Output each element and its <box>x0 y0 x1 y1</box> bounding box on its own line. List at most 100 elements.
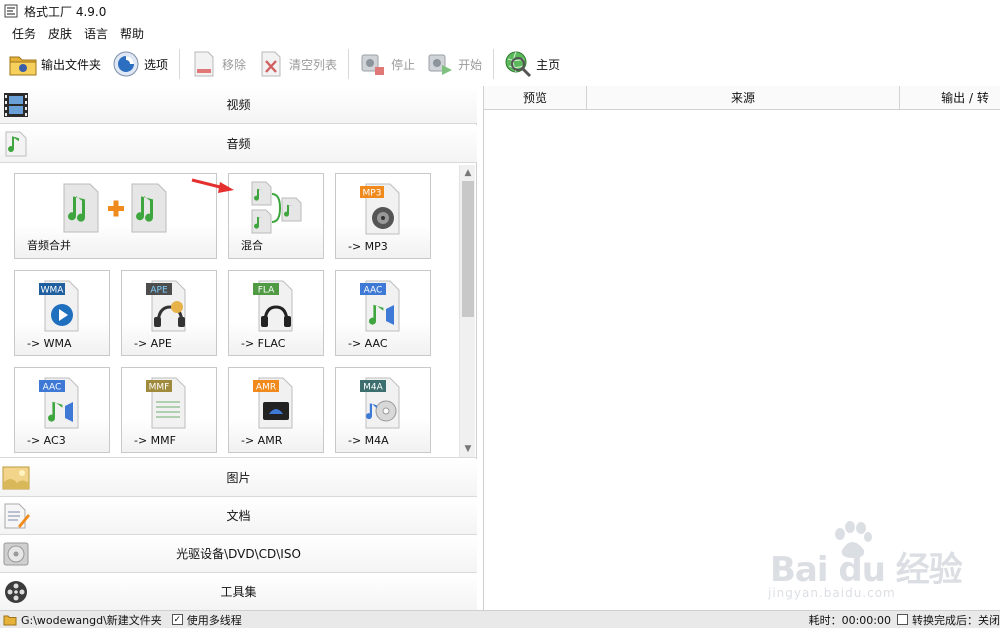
after-done-checkbox[interactable] <box>897 614 908 625</box>
clear-list-label: 清空列表 <box>289 57 338 72</box>
amr-label: -> AMR <box>241 434 283 447</box>
category-rom-device[interactable]: 光驱设备\DVD\CD\ISO <box>0 535 477 573</box>
m4a-tile[interactable]: M4A -> M4A <box>335 367 431 453</box>
mp3-icon: MP3 <box>336 180 430 236</box>
stop-label: 停止 <box>391 57 416 72</box>
multithread-checkbox[interactable]: ✓ <box>171 614 183 625</box>
output-path[interactable]: G:\wodewangd\新建文件夹 <box>0 612 162 628</box>
flac-icon: FLA <box>229 277 323 333</box>
svg-text:WMA: WMA <box>41 286 65 296</box>
menu-task[interactable]: 任务 <box>6 25 42 42</box>
toolbar-separator <box>348 49 350 79</box>
category-video-label: 视频 <box>226 98 251 112</box>
home-label: 主页 <box>536 57 561 72</box>
remove-label: 移除 <box>222 57 247 72</box>
svg-text:AMR: AMR <box>256 383 276 393</box>
audio-mix-icon <box>229 180 323 236</box>
scroll-down-arrow[interactable]: ▼ <box>460 441 476 457</box>
multithread-label: 使用多线程 <box>186 613 242 627</box>
category-tools[interactable]: 工具集 <box>0 573 477 611</box>
audio-mix-label: 混合 <box>241 239 263 252</box>
m4a-label: -> M4A <box>348 434 389 447</box>
ape-icon: APE <box>122 277 216 333</box>
clear-list-button[interactable]: 清空列表 <box>252 46 341 82</box>
start-icon <box>425 49 455 79</box>
remove-icon <box>189 49 219 79</box>
start-label: 开始 <box>458 57 483 72</box>
category-rom-device-label: 光驱设备\DVD\CD\ISO <box>176 547 301 561</box>
ac3-icon: AAC <box>15 374 109 430</box>
mp3-label: -> MP3 <box>348 240 388 253</box>
category-video[interactable]: 视频 <box>0 86 477 124</box>
options-button[interactable]: 选项 <box>107 46 172 82</box>
stop-button[interactable]: 停止 <box>354 46 419 82</box>
menu-help[interactable]: 帮助 <box>114 25 150 42</box>
elapsed-time: 耗时：00:00:00 <box>808 613 891 627</box>
column-output[interactable]: 输出 / 转 <box>900 86 1000 110</box>
annotation-arrow <box>191 178 234 193</box>
audio-merge-tile[interactable]: 音频合并 <box>14 173 217 259</box>
mmf-tile[interactable]: MMF -> MMF <box>121 367 217 453</box>
category-tools-label: 工具集 <box>220 585 257 599</box>
column-source[interactable]: 来源 <box>587 86 900 110</box>
folder-icon <box>8 49 38 79</box>
format-factory-window: 格式工厂 4.9.0 任务 皮肤 语言 帮助 输出文件夹 选项 移除 清空列表 … <box>0 0 1000 628</box>
task-list-header: 预览 来源 输出 / 转 <box>484 86 1000 110</box>
output-folder-button[interactable]: 输出文件夹 <box>4 46 105 82</box>
category-document-label: 文档 <box>226 509 251 523</box>
clear-list-icon <box>256 49 286 79</box>
category-picture-label: 图片 <box>226 471 251 485</box>
output-path-text: G:\wodewangd\新建文件夹 <box>21 613 162 627</box>
mp3-tile[interactable]: MP3 -> MP3 <box>335 173 431 259</box>
category-panel: 视频 音频 音频合并 混合 MP3 -> MP3 WMA -> WMA APE … <box>0 86 477 611</box>
audio-panel-scrollbar[interactable]: ▲ ▼ <box>459 165 475 457</box>
category-picture[interactable]: 图片 <box>0 459 477 497</box>
options-gear-icon <box>111 49 141 79</box>
window-title: 格式工厂 4.9.0 <box>24 4 107 19</box>
start-button[interactable]: 开始 <box>421 46 486 82</box>
menu-language[interactable]: 语言 <box>78 25 114 42</box>
flac-tile[interactable]: FLA -> FLAC <box>228 270 324 356</box>
svg-text:AAC: AAC <box>364 286 383 296</box>
after-done-label: 转换完成后：关闭 <box>912 613 1000 627</box>
mmf-label: -> MMF <box>134 434 176 447</box>
svg-text:AAC: AAC <box>43 383 62 393</box>
ape-label: -> APE <box>134 337 172 350</box>
svg-text:MMF: MMF <box>149 383 170 393</box>
ac3-tile[interactable]: AAC -> AC3 <box>14 367 110 453</box>
column-preview[interactable]: 预览 <box>484 86 587 110</box>
m4a-icon: M4A <box>336 374 430 430</box>
audio-mix-tile[interactable]: 混合 <box>228 173 324 259</box>
options-label: 选项 <box>144 57 169 72</box>
folder-icon <box>3 615 17 625</box>
wma-label: -> WMA <box>27 337 72 350</box>
status-bar: G:\wodewangd\新建文件夹 ✓ 使用多线程 耗时：00:00:00 转… <box>0 610 1000 628</box>
menu-skin[interactable]: 皮肤 <box>42 25 78 42</box>
output-folder-label: 输出文件夹 <box>41 57 102 72</box>
scroll-up-arrow[interactable]: ▲ <box>460 165 476 181</box>
remove-button[interactable]: 移除 <box>185 46 250 82</box>
category-document[interactable]: 文档 <box>0 497 477 535</box>
toolbar-separator <box>179 49 181 79</box>
app-icon <box>4 4 18 18</box>
title-bar: 格式工厂 4.9.0 <box>0 0 1000 22</box>
menu-bar: 任务 皮肤 语言 帮助 <box>0 22 150 44</box>
home-button[interactable]: 主页 <box>499 46 564 82</box>
task-list-panel: 预览 来源 输出 / 转 <box>483 86 1000 610</box>
flac-label: -> FLAC <box>241 337 286 350</box>
audio-merge-icon <box>15 180 216 236</box>
ac3-label: -> AC3 <box>27 434 66 447</box>
amr-tile[interactable]: AMR -> AMR <box>228 367 324 453</box>
ape-tile[interactable]: APE -> APE <box>121 270 217 356</box>
svg-text:MP3: MP3 <box>363 189 382 199</box>
scroll-thumb[interactable] <box>462 181 474 317</box>
aac-tile[interactable]: AAC -> AAC <box>335 270 431 356</box>
amr-icon: AMR <box>229 374 323 430</box>
wma-tile[interactable]: WMA -> WMA <box>14 270 110 356</box>
category-audio-label: 音频 <box>226 137 251 151</box>
toolbar-separator <box>493 49 495 79</box>
svg-text:FLA: FLA <box>258 286 275 296</box>
category-audio[interactable]: 音频 <box>0 125 477 163</box>
wma-icon: WMA <box>15 277 109 333</box>
aac-label: -> AAC <box>348 337 388 350</box>
